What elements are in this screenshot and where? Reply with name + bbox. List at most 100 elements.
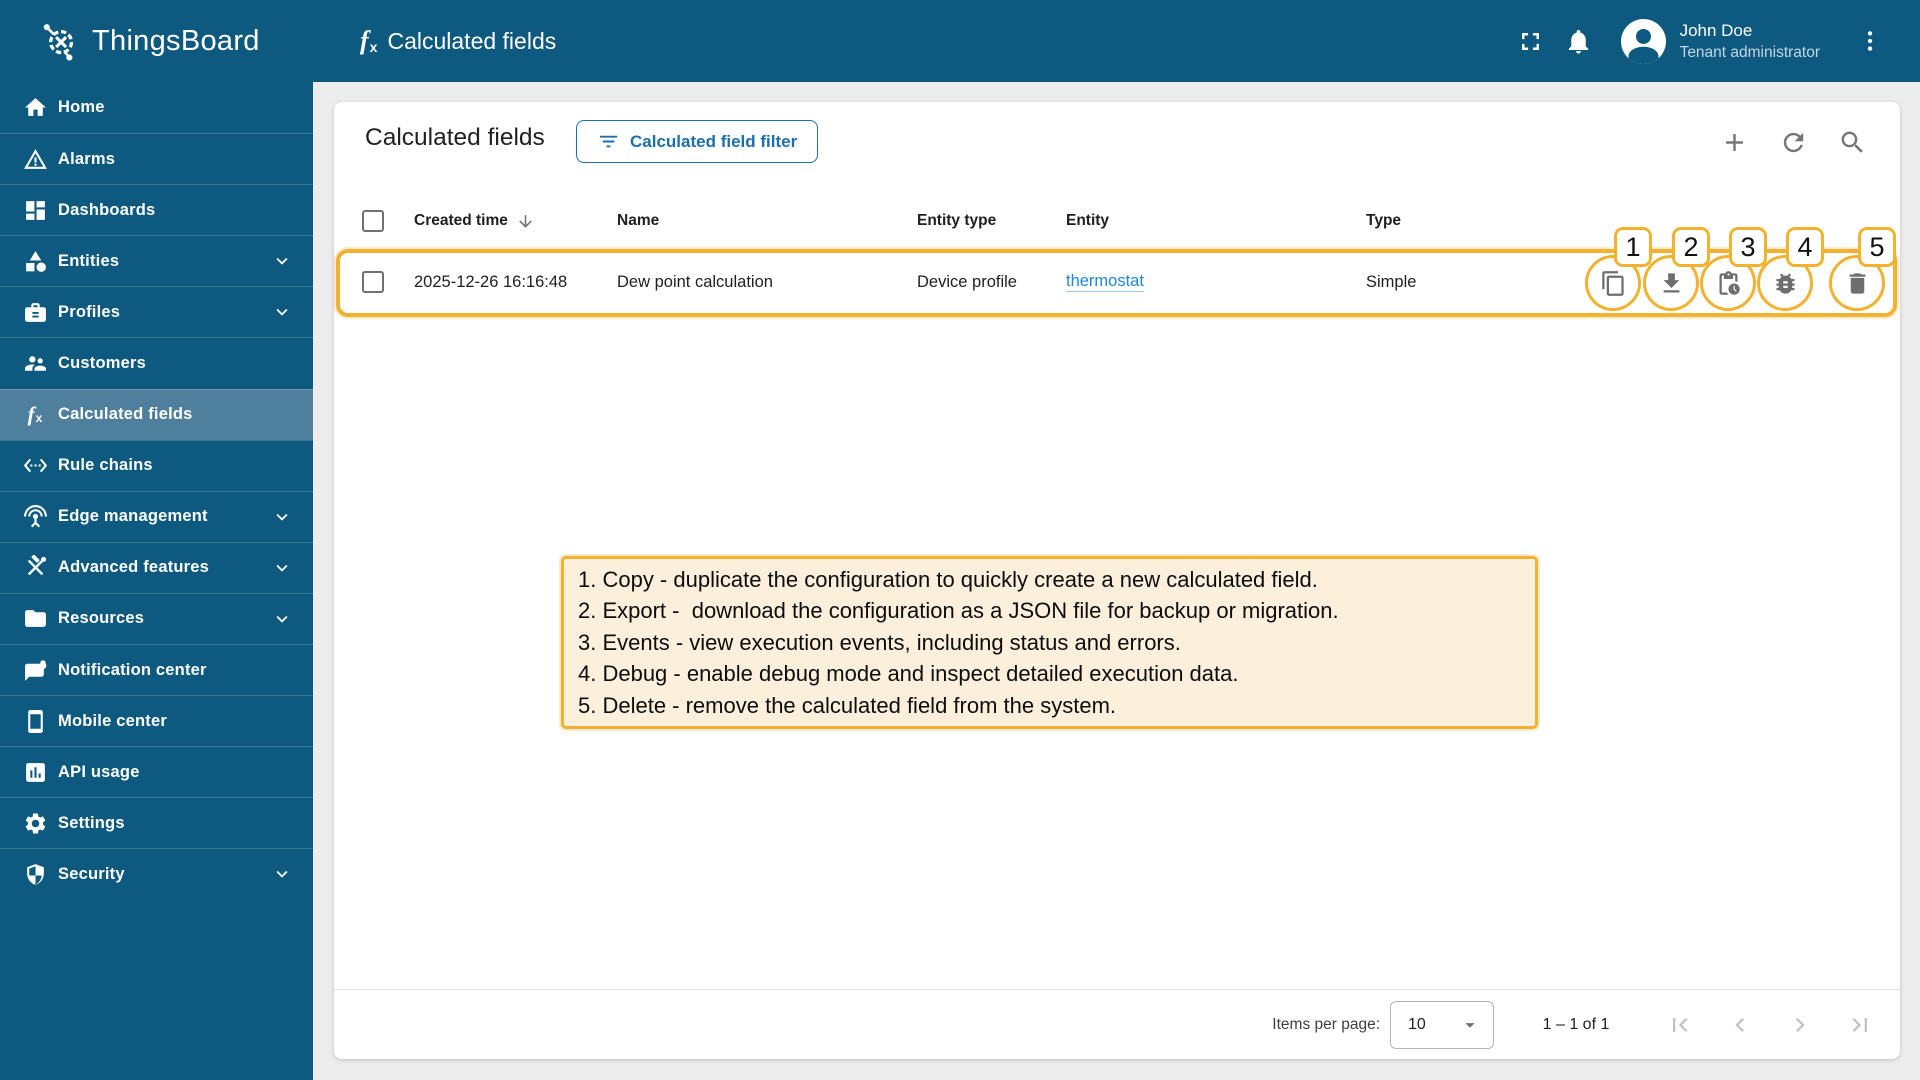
chevron-down-icon (271, 506, 293, 528)
chevron-left-icon (1735, 1018, 1744, 1032)
last-page-button[interactable] (1836, 990, 1884, 1060)
page-title: Calculated fields (387, 27, 557, 54)
sidebar-item-customers[interactable]: Customers (0, 337, 313, 388)
annotation-line: 1. Copy - duplicate the configuration to… (578, 566, 1318, 592)
trash-icon (1849, 272, 1865, 294)
sidebar-item-home[interactable]: Home (0, 82, 313, 133)
thingsboard-gear-icon (43, 24, 74, 61)
cell-entity: thermostat (1066, 246, 1144, 318)
paginator: Items per page: 10 1 – 1 of 1 (334, 989, 1900, 1059)
sidebar-item-security[interactable]: Security (0, 848, 313, 899)
smartphone-icon (22, 708, 48, 734)
fullscreen-icon (1522, 32, 1540, 50)
sidebar-item-profiles[interactable]: Profiles (0, 286, 313, 337)
page-size-select[interactable]: 10 (1390, 1001, 1494, 1049)
table-row[interactable]: 2025-12-26 16:16:48 Dew point calculatio… (334, 227, 1900, 318)
chart-icon (22, 759, 48, 785)
sidebar-item-calculated-fields[interactable]: fx Calculated fields (0, 388, 313, 440)
badge-icon (22, 299, 48, 325)
previous-page-button[interactable] (1716, 990, 1764, 1060)
column-entity[interactable]: Entity (1066, 196, 1109, 246)
annotation-line: 3. Events - view execution events, inclu… (578, 629, 1181, 655)
page-size-value: 10 (1408, 1016, 1426, 1033)
user-info[interactable]: John Doe Tenant administrator (1680, 21, 1820, 62)
annotation-line: 2. Export - download the configuration a… (578, 598, 1339, 624)
thingsboard-app: ThingsBoard fx Calculated fields John Do… (0, 0, 1920, 1080)
chevron-right-icon (1796, 1018, 1805, 1032)
callout-label-5: 5 (1858, 227, 1896, 267)
column-name[interactable]: Name (617, 196, 659, 246)
home-icon (22, 95, 48, 121)
annotation-box: 1. Copy - duplicate the configuration to… (561, 556, 1538, 729)
page-heading: fx Calculated fields (360, 0, 556, 82)
next-page-button[interactable] (1776, 990, 1824, 1060)
sidebar-item-settings[interactable]: Settings (0, 797, 313, 848)
sidebar-item-notification-center[interactable]: Notification center (0, 644, 313, 695)
sidebar-item-entities[interactable]: Entities (0, 235, 313, 286)
cell-created-time: 2025-12-26 16:16:48 (414, 272, 568, 291)
fullscreen-button[interactable] (1507, 17, 1555, 65)
cell-entity-type: Device profile (917, 272, 1017, 291)
shield-icon (22, 861, 48, 887)
cell-type: Simple (1366, 272, 1417, 291)
sidebar-item-edge-management[interactable]: Edge management (0, 490, 313, 542)
items-per-page-label: Items per page: (1272, 1016, 1380, 1033)
sidebar-item-dashboards[interactable]: Dashboards (0, 184, 313, 235)
notification-chat-icon (22, 657, 48, 683)
chevron-down-icon (271, 301, 293, 323)
filter-icon (599, 135, 618, 148)
search-button[interactable] (1834, 124, 1870, 160)
sort-desc-arrow-icon (516, 212, 535, 231)
chevron-down-icon (271, 250, 293, 272)
antenna-icon (22, 504, 48, 530)
sidebar-item-mobile-center[interactable]: Mobile center (0, 695, 313, 746)
folder-icon (22, 606, 48, 632)
alarm-warning-icon (22, 146, 48, 172)
chevron-down-icon (271, 557, 293, 579)
calculated-fields-card: Calculated fields Calculated field filte… (334, 102, 1900, 1059)
calculated-field-filter-button[interactable]: Calculated field filter (576, 120, 819, 163)
sidebar-item-rule-chains[interactable]: Rule chains (0, 439, 313, 491)
more-menu-button[interactable] (1846, 17, 1894, 65)
select-all-checkbox[interactable] (362, 196, 384, 246)
callout-label-1: 1 (1614, 227, 1652, 267)
copy-icon (1601, 270, 1624, 296)
kebab-menu-icon (1867, 31, 1873, 51)
sidebar-item-api-usage[interactable]: API usage (0, 746, 313, 797)
gear-icon (22, 810, 48, 836)
people-icon (22, 351, 48, 377)
ethernet-icon (22, 453, 48, 479)
sidebar-item-advanced-features[interactable]: Advanced features (0, 541, 313, 593)
download-icon (1663, 272, 1679, 292)
first-page-button[interactable] (1656, 990, 1704, 1060)
entity-link[interactable]: thermostat (1066, 272, 1144, 292)
sidebar-item-alarms[interactable]: Alarms (0, 133, 313, 184)
notifications-button[interactable] (1555, 17, 1603, 65)
sidebar: Home Alarms Dashboards Entities Profiles… (0, 82, 313, 1080)
column-created-time[interactable]: Created time (414, 196, 535, 246)
brand-name: ThingsBoard (92, 24, 260, 57)
events-clipboard-clock-icon (1719, 270, 1740, 295)
cell-name: Dew point calculation (617, 272, 773, 291)
thingsboard-logo[interactable]: ThingsBoard (38, 0, 260, 82)
dropdown-caret-icon (1465, 1023, 1475, 1028)
card-title: Calculated fields (365, 124, 545, 151)
column-type[interactable]: Type (1366, 196, 1401, 246)
table-header: Created time Name Entity type Entity Typ… (334, 196, 1900, 246)
avatar[interactable] (1620, 18, 1666, 64)
plus-icon (1725, 133, 1743, 151)
bell-icon (1568, 29, 1589, 54)
column-entity-type[interactable]: Entity type (917, 196, 996, 246)
row-checkbox[interactable] (362, 246, 384, 318)
category-icon (22, 248, 48, 274)
sidebar-item-resources[interactable]: Resources (0, 592, 313, 644)
refresh-icon (1783, 132, 1803, 152)
chevron-down-icon (271, 608, 293, 630)
function-icon: fx (27, 402, 43, 427)
add-calculated-field-button[interactable] (1716, 124, 1752, 160)
page-range-label: 1 – 1 of 1 (1542, 1016, 1610, 1033)
callout-label-4: 4 (1786, 227, 1824, 267)
refresh-button[interactable] (1775, 124, 1811, 160)
user-name: John Doe (1679, 20, 1753, 40)
top-bar: ThingsBoard fx Calculated fields John Do… (0, 0, 1920, 82)
